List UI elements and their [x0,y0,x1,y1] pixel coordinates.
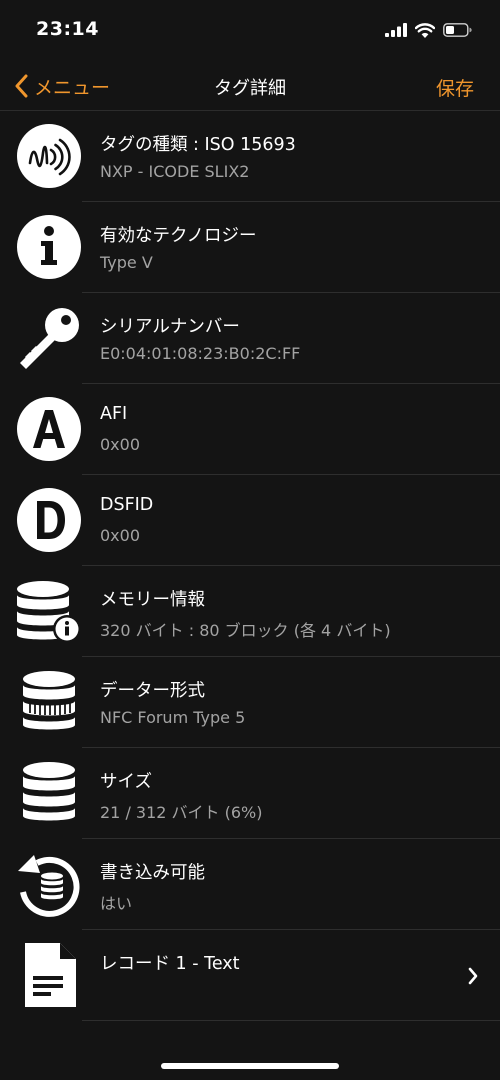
page-title: タグ詳細 [214,78,286,99]
key-icon [20,308,79,369]
row-record-1[interactable]: レコード 1 - Text [0,930,500,1021]
row-subtitle: 0x00 [100,526,141,545]
letter-d-icon [17,488,81,552]
row-subtitle: 21 / 312 バイト (6%) [100,803,263,822]
row-title: DSFID [100,495,154,515]
row-writable: 書き込み可能 はい [0,839,500,930]
row-subtitle: はい [100,894,133,913]
database-format-icon [23,671,75,730]
row-title: 有効なテクノロジー [100,226,257,246]
cellular-signal-icon [385,23,407,37]
row-serial-number: シリアルナンバー E0:04:01:08:23:B0:2C:FF [0,293,500,384]
database-icon [23,762,75,821]
row-subtitle: NXP - ICODE SLIX2 [100,162,250,181]
row-title: シリアルナンバー [100,317,240,337]
row-memory-info: メモリー情報 320 バイト : 80 ブロック (各 4 バイト) [0,566,500,657]
row-title: AFI [100,404,128,424]
nfc-tag-icon [17,124,81,188]
row-title: タグの種類 : ISO 15693 [100,135,296,155]
row-afi: AFI 0x00 [0,384,500,475]
row-title: 書き込み可能 [100,863,205,883]
document-icon [25,943,76,1007]
database-info-icon [17,581,81,643]
row-dsfid: DSFID 0x00 [0,475,500,566]
row-title: メモリー情報 [100,590,205,610]
chevron-right-icon [468,967,478,985]
battery-icon [443,23,472,37]
status-time: 23:14 [36,18,99,40]
row-title: レコード 1 - Text [100,954,240,974]
info-icon [17,215,81,279]
row-subtitle: NFC Forum Type 5 [100,708,246,727]
save-button[interactable]: 保存 [436,74,474,101]
row-title: サイズ [100,772,152,792]
row-tag-type: タグの種類 : ISO 15693 NXP - ICODE SLIX2 [0,111,500,202]
navigation-bar: メニュー タグ詳細 保存 [0,60,500,112]
row-data-format: データー形式 NFC Forum Type 5 [0,657,500,748]
row-subtitle: Type V [100,253,153,272]
status-bar: 23:14 [0,0,500,60]
letter-a-icon [17,397,81,461]
wifi-icon [415,22,435,38]
tag-details-list: タグの種類 : ISO 15693 NXP - ICODE SLIX2 有効なテ… [0,111,500,1021]
row-size: サイズ 21 / 312 バイト (6%) [0,748,500,839]
row-subtitle: 320 バイト : 80 ブロック (各 4 バイト) [100,621,391,640]
row-subtitle: E0:04:01:08:23:B0:2C:FF [100,344,301,363]
row-technology: 有効なテクノロジー Type V [0,202,500,293]
row-subtitle: 0x00 [100,435,141,454]
database-refresh-icon [18,855,80,917]
row-title: データー形式 [100,681,205,701]
home-indicator[interactable] [161,1063,339,1069]
status-icons [385,20,472,40]
